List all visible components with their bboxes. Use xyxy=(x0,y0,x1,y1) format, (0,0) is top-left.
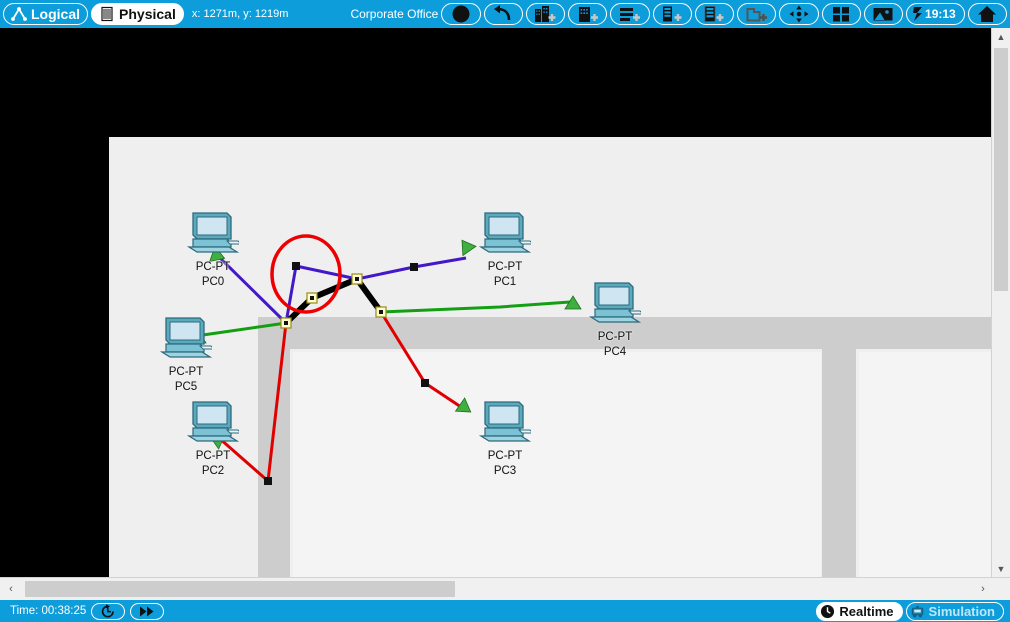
tab-physical[interactable]: Physical xyxy=(91,3,184,25)
add-building-icon xyxy=(619,8,640,21)
vertical-scroll-thumb[interactable] xyxy=(994,48,1008,291)
add-city-icon xyxy=(578,7,598,22)
device-name-label: PC0 xyxy=(201,276,225,288)
move-object-button[interactable] xyxy=(779,3,819,25)
realtime-mode-button[interactable]: Realtime xyxy=(816,601,903,621)
device-type-label: PC-PT xyxy=(597,331,633,343)
device-node-pc4[interactable]: PC-PT PC4 xyxy=(576,281,654,360)
home-icon xyxy=(978,6,997,22)
lightning-icon xyxy=(913,7,923,21)
mode-toggle-group: Realtime Simulation xyxy=(813,601,1004,621)
pc-icon xyxy=(186,401,243,442)
waypoint-marker-3[interactable] xyxy=(264,477,272,485)
tab-logical-label: Logical xyxy=(31,6,81,22)
fast-forward-button[interactable] xyxy=(130,602,165,620)
set-background-icon xyxy=(873,8,893,21)
fast-forward-icon xyxy=(140,606,154,616)
network-link-ser-pc3[interactable] xyxy=(379,311,465,411)
simulation-time: Time: 00:38:25 xyxy=(10,605,87,617)
network-link-sw-pc4[interactable] xyxy=(380,300,571,314)
horizontal-scroll-thumb[interactable] xyxy=(25,581,455,597)
location-label: Corporate Office xyxy=(350,7,439,21)
add-container-button[interactable] xyxy=(737,3,777,25)
device-type-label: PC-PT xyxy=(195,261,231,273)
device-node-pc0[interactable]: PC-PT PC0 xyxy=(174,211,252,290)
device-name-label: PC1 xyxy=(493,276,517,288)
back-button[interactable] xyxy=(483,3,523,25)
device-name-label: PC4 xyxy=(603,346,627,358)
scroll-up-arrow[interactable]: ▲ xyxy=(992,28,1010,46)
waypoint-marker-7[interactable] xyxy=(379,310,383,314)
reset-simulation-button[interactable] xyxy=(91,602,126,620)
logical-view-icon xyxy=(11,7,27,21)
clock-display[interactable]: 19:13 xyxy=(906,3,965,25)
waypoint-marker-2[interactable] xyxy=(421,379,429,387)
horizontal-scrollbar[interactable]: ‹ › xyxy=(0,577,1010,600)
device-node-pc1[interactable]: PC-PT PC1 xyxy=(466,211,544,290)
device-type-label: PC-PT xyxy=(487,261,523,273)
waypoint-marker-4[interactable] xyxy=(284,321,288,325)
status-bar: Time: 00:38:25 Realtime Simulation xyxy=(0,600,1010,622)
navigation-button[interactable] xyxy=(441,3,481,25)
realtime-label: Realtime xyxy=(839,603,894,619)
device-type-label: PC-PT xyxy=(168,366,204,378)
physical-view-icon xyxy=(101,6,113,22)
add-closet-button[interactable] xyxy=(652,3,692,25)
simulation-label: Simulation xyxy=(928,603,995,619)
add-city-button[interactable] xyxy=(568,3,608,25)
add-container-icon xyxy=(746,8,767,22)
device-node-pc5[interactable]: PC-PT PC5 xyxy=(147,316,225,395)
reset-icon xyxy=(102,603,115,618)
scroll-right-arrow[interactable]: › xyxy=(972,578,994,599)
device-name-label: PC3 xyxy=(493,465,517,477)
waypoint-marker-1[interactable] xyxy=(410,263,418,271)
grid-icon xyxy=(833,7,850,22)
simulation-mode-button[interactable]: Simulation xyxy=(905,601,1004,621)
home-button[interactable] xyxy=(967,3,1007,25)
add-closet-icon xyxy=(663,6,682,22)
pc-icon xyxy=(478,401,535,442)
add-building-button[interactable] xyxy=(610,3,650,25)
add-intercity-button[interactable] xyxy=(525,3,566,25)
scroll-down-arrow[interactable]: ▼ xyxy=(992,560,1010,578)
grid-button[interactable] xyxy=(821,3,861,25)
pc-icon xyxy=(159,317,216,358)
pc-icon xyxy=(588,282,645,323)
coordinate-readout: x: 1271m, y: 1219m xyxy=(191,8,289,20)
packet-tracer-window: Logical Physical x: 1271m, y: 1219m Corp… xyxy=(0,0,1010,622)
add-rack-button[interactable] xyxy=(694,3,735,25)
pc-icon xyxy=(186,212,243,253)
waypoint-marker-0[interactable] xyxy=(292,262,300,270)
device-name-label: PC5 xyxy=(174,381,198,393)
device-node-pc2[interactable]: PC-PT PC2 xyxy=(174,400,252,479)
network-link-coax-a[interactable] xyxy=(283,276,359,326)
set-background-button[interactable] xyxy=(863,3,904,25)
add-intercity-icon xyxy=(535,6,556,22)
vertical-scrollbar[interactable]: ▲ ▼ xyxy=(991,28,1010,578)
train-icon xyxy=(911,605,923,617)
top-toolbar: Logical Physical x: 1271m, y: 1219m Corp… xyxy=(0,0,1010,28)
device-type-label: PC-PT xyxy=(195,450,231,462)
scroll-left-arrow[interactable]: ‹ xyxy=(0,578,22,599)
back-icon xyxy=(494,5,511,21)
device-type-label: PC-PT xyxy=(487,450,523,462)
clock-label: 19:13 xyxy=(925,7,956,21)
tab-logical[interactable]: Logical xyxy=(3,3,89,25)
network-link-hub-top[interactable] xyxy=(295,264,358,281)
network-link-ser-up[interactable] xyxy=(266,322,288,482)
move-object-icon xyxy=(789,5,809,23)
network-topology xyxy=(189,234,582,485)
navigation-icon xyxy=(452,5,470,23)
clock-icon xyxy=(821,604,835,618)
physical-workspace[interactable]: PC-PT PC0 PC-PT PC1 PC-PT PC2 PC-PT PC3 PC-PT PC4… xyxy=(0,28,992,578)
waypoint-marker-5[interactable] xyxy=(310,296,314,300)
pc-icon xyxy=(478,212,535,253)
add-rack-icon xyxy=(705,6,724,22)
waypoint-marker-6[interactable] xyxy=(355,277,359,281)
tab-physical-label: Physical xyxy=(119,6,176,22)
device-node-pc3[interactable]: PC-PT PC3 xyxy=(466,400,544,479)
device-name-label: PC2 xyxy=(201,465,225,477)
